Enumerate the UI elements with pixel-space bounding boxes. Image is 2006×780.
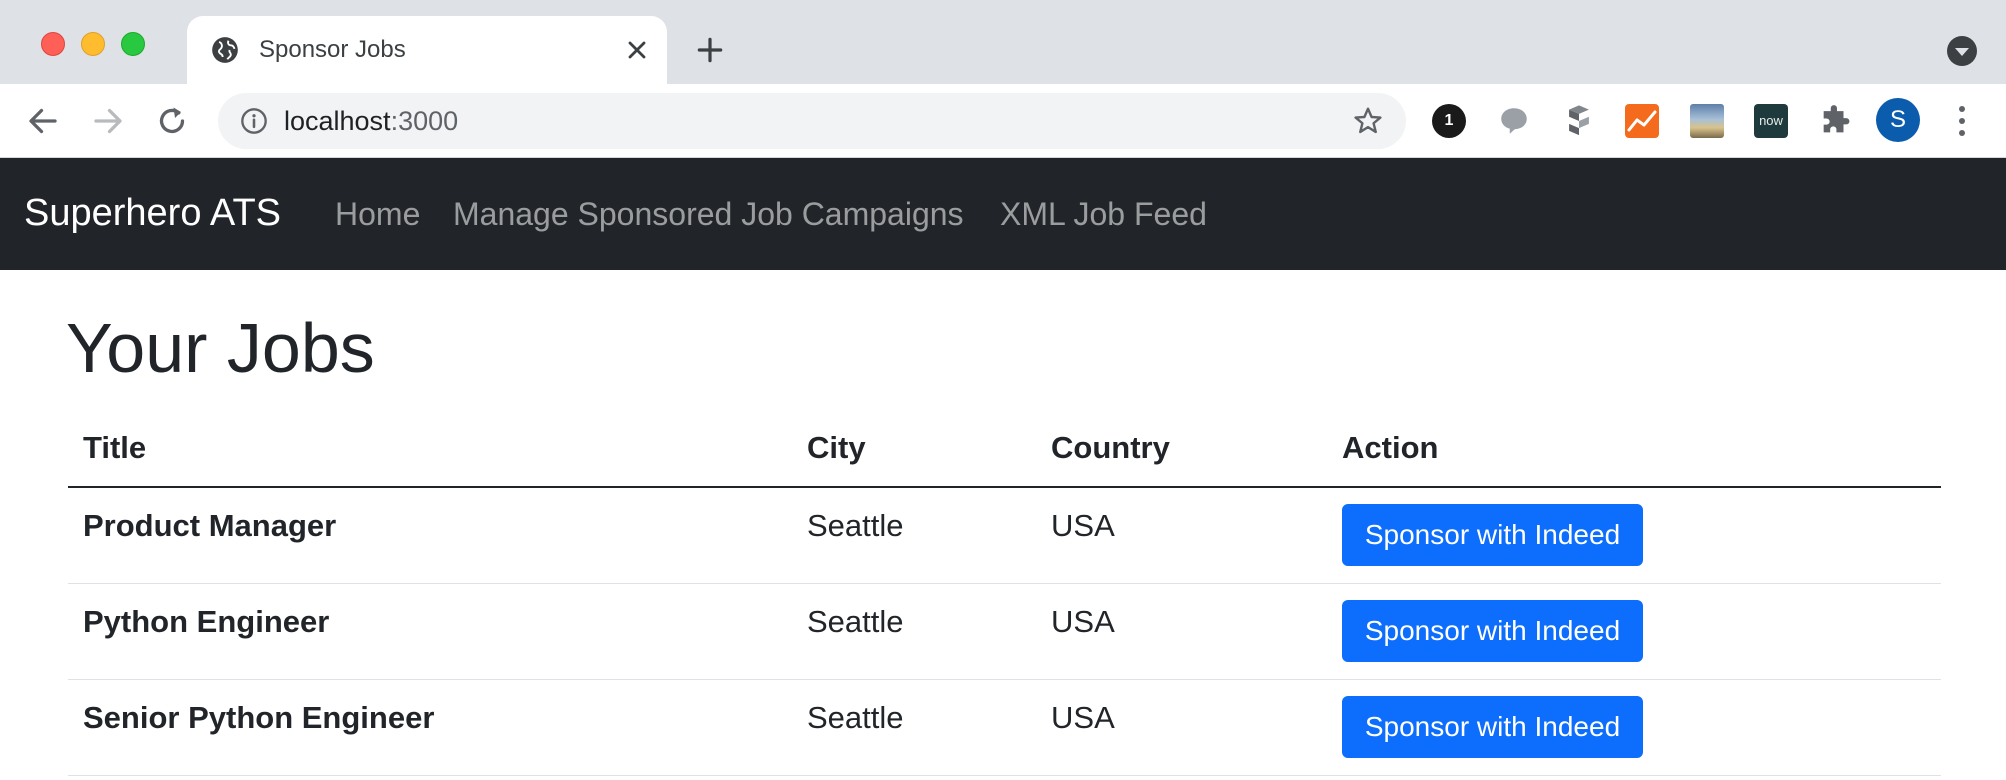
now-extension-icon[interactable]: now xyxy=(1754,104,1788,138)
kebab-menu-icon[interactable] xyxy=(1952,104,1972,138)
url-host: localhost xyxy=(284,106,391,136)
table-row: Senior Python Engineer Seattle USA Spons… xyxy=(68,680,1941,776)
column-header-country: Country xyxy=(1051,430,1170,465)
job-city: Seattle xyxy=(807,700,904,735)
job-country: USA xyxy=(1051,604,1115,639)
brand-link[interactable]: Superhero ATS xyxy=(24,192,281,235)
job-city: Seattle xyxy=(807,508,904,543)
browser-tab-active[interactable]: Sponsor Jobs xyxy=(187,16,667,84)
job-city: Seattle xyxy=(807,604,904,639)
sponsor-with-indeed-button[interactable]: Sponsor with Indeed xyxy=(1342,504,1643,566)
column-header-action: Action xyxy=(1342,430,1439,465)
browser-tab-strip: Sponsor Jobs xyxy=(0,0,2006,84)
job-title: Python Engineer xyxy=(83,604,330,639)
window-close-button[interactable] xyxy=(41,32,65,56)
puzzle-icon[interactable] xyxy=(1818,104,1852,138)
job-title: Senior Python Engineer xyxy=(83,700,435,735)
app-navbar: Superhero ATS Home Manage Sponsored Job … xyxy=(0,158,2006,270)
sponsor-with-indeed-button[interactable]: Sponsor with Indeed xyxy=(1342,696,1643,758)
layers-extension-icon[interactable] xyxy=(1562,104,1596,138)
column-header-city: City xyxy=(807,430,866,465)
nav-link-xml-feed[interactable]: XML Job Feed xyxy=(1000,196,1207,233)
table-row: Python Engineer Seattle USA Sponsor with… xyxy=(68,584,1941,680)
forward-icon[interactable] xyxy=(90,103,126,139)
window-zoom-button[interactable] xyxy=(121,32,145,56)
url-port: :3000 xyxy=(390,106,459,136)
jobs-table: Title City Country Action Product Manage… xyxy=(68,420,1941,776)
browser-toolbar: localhost:3000 1 now S xyxy=(0,84,2006,158)
globe-icon xyxy=(212,37,238,63)
job-title: Product Manager xyxy=(83,508,337,543)
sponsor-with-indeed-button[interactable]: Sponsor with Indeed xyxy=(1342,600,1643,662)
page-title: Your Jobs xyxy=(66,309,375,387)
nav-link-home[interactable]: Home xyxy=(335,196,420,233)
back-icon[interactable] xyxy=(25,103,61,139)
url-text: localhost:3000 xyxy=(284,106,458,137)
password-manager-extension-icon[interactable]: 1 xyxy=(1432,104,1466,138)
tab-search-button[interactable] xyxy=(1947,36,1977,66)
address-bar[interactable]: localhost:3000 xyxy=(218,93,1406,149)
photo-extension-icon[interactable] xyxy=(1690,104,1724,138)
chat-bubble-extension-icon[interactable] xyxy=(1497,104,1531,138)
job-country: USA xyxy=(1051,700,1115,735)
close-icon[interactable] xyxy=(623,36,651,64)
table-row: Product Manager Seattle USA Sponsor with… xyxy=(68,488,1941,584)
tab-title: Sponsor Jobs xyxy=(259,36,406,63)
nav-link-manage-campaigns[interactable]: Manage Sponsored Job Campaigns xyxy=(453,196,964,233)
job-country: USA xyxy=(1051,508,1115,543)
table-header: Title City Country Action xyxy=(68,420,1941,488)
reload-icon[interactable] xyxy=(154,103,190,139)
info-icon[interactable] xyxy=(240,107,268,135)
window-minimize-button[interactable] xyxy=(81,32,105,56)
analytics-extension-icon[interactable] xyxy=(1625,104,1659,138)
star-icon[interactable] xyxy=(1352,105,1384,137)
column-header-title: Title xyxy=(83,430,147,465)
plus-icon[interactable] xyxy=(694,34,726,66)
profile-avatar[interactable]: S xyxy=(1876,98,1920,142)
